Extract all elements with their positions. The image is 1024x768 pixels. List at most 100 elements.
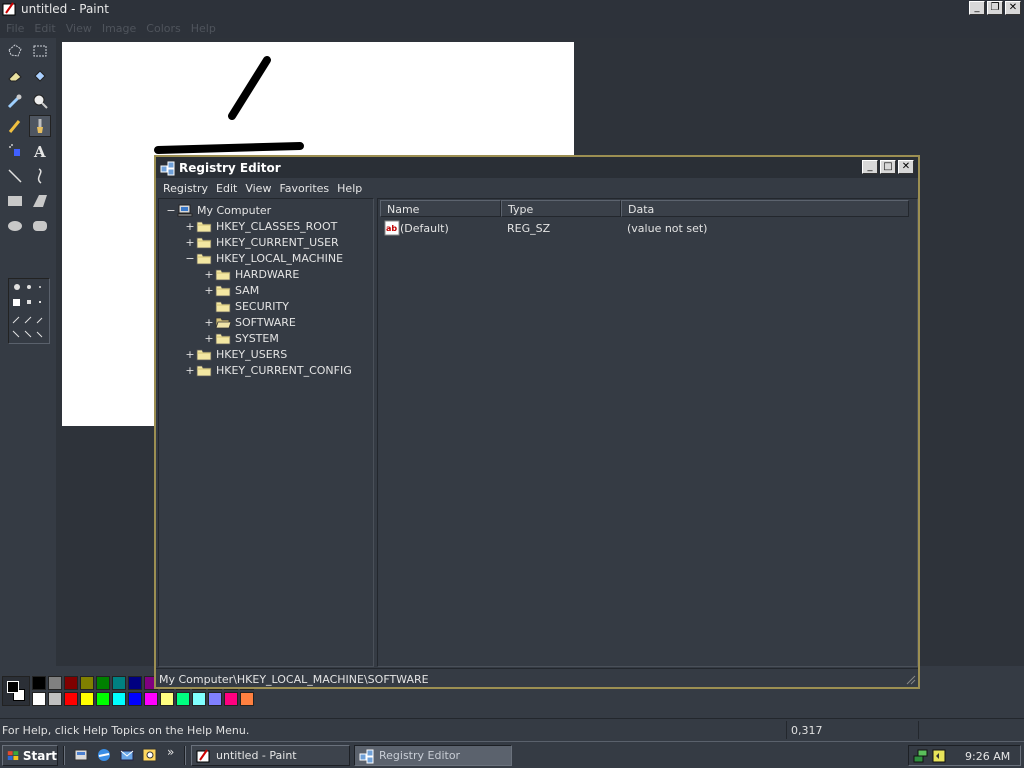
paint-menu-help[interactable]: Help <box>191 22 216 35</box>
column-header-type[interactable]: Type <box>501 200 621 217</box>
tree-node[interactable]: + HKEY_USERS <box>184 346 287 362</box>
start-button[interactable]: Start <box>2 745 58 766</box>
palette-swatch[interactable] <box>96 692 110 706</box>
palette-swatch[interactable] <box>160 692 174 706</box>
ellipse-tool[interactable] <box>4 215 26 237</box>
palette-swatch[interactable] <box>80 676 94 690</box>
quick-launch-more-button[interactable]: » <box>167 745 183 761</box>
outlook-express-icon[interactable] <box>119 747 135 763</box>
rectangle-tool[interactable] <box>4 190 26 212</box>
resize-grip-icon[interactable] <box>904 673 916 685</box>
curve-tool[interactable] <box>29 165 51 187</box>
palette-swatch[interactable] <box>176 692 190 706</box>
rounded-rectangle-tool[interactable] <box>29 215 51 237</box>
palette-swatch[interactable] <box>240 692 254 706</box>
registry-values-list[interactable]: Name Type Data ab (Default) REG_SZ (valu… <box>377 198 918 667</box>
regedit-minimize-button[interactable]: _ <box>862 160 878 174</box>
show-desktop-icon[interactable] <box>73 747 89 763</box>
registry-editor-window[interactable]: Registry Editor _ □ ✕ Registry Edit View… <box>154 155 920 689</box>
table-row[interactable]: ab (Default) REG_SZ (value not set) <box>380 219 910 237</box>
fill-tool[interactable] <box>29 65 51 87</box>
text-tool[interactable]: A <box>29 140 51 162</box>
tree-expander-icon[interactable]: − <box>165 204 177 217</box>
pencil-tool[interactable] <box>4 115 26 137</box>
brush-options-panel[interactable] <box>8 278 50 344</box>
regedit-close-button[interactable]: ✕ <box>898 160 914 174</box>
magnifier-tool[interactable] <box>29 90 51 112</box>
tree-node[interactable]: + HKEY_CURRENT_CONFIG <box>184 362 351 378</box>
tree-node[interactable]: + HKEY_CLASSES_ROOT <box>184 218 337 234</box>
search-icon[interactable] <box>142 747 158 763</box>
regedit-menu-favorites[interactable]: Favorites <box>279 182 329 195</box>
volume-icon[interactable] <box>931 748 947 764</box>
palette-swatch[interactable] <box>112 676 126 690</box>
paint-menu-view[interactable]: View <box>66 22 92 35</box>
tree-expander-icon[interactable]: + <box>184 364 196 377</box>
palette-swatch[interactable] <box>128 692 142 706</box>
regedit-menu-registry[interactable]: Registry <box>163 182 208 195</box>
task-button-regedit[interactable]: Registry Editor <box>354 745 512 766</box>
minimize-button[interactable]: _ <box>969 1 985 15</box>
free-select-tool[interactable] <box>4 40 26 62</box>
tree-node[interactable]: + HARDWARE <box>203 266 299 282</box>
tree-expander-icon[interactable]: − <box>184 252 196 265</box>
airbrush-tool[interactable] <box>4 140 26 162</box>
tree-node[interactable]: + HKEY_CURRENT_USER <box>184 234 338 250</box>
regedit-titlebar[interactable]: Registry Editor _ □ ✕ <box>156 157 918 178</box>
tree-node[interactable]: SECURITY <box>203 298 289 314</box>
rect-select-tool[interactable] <box>29 40 51 62</box>
paint-menu-image[interactable]: Image <box>102 22 136 35</box>
palette-swatch[interactable] <box>192 692 206 706</box>
column-header-name[interactable]: Name <box>380 200 501 217</box>
paint-menu-colors[interactable]: Colors <box>146 22 180 35</box>
regedit-menu-help[interactable]: Help <box>337 182 362 195</box>
tree-expander-icon[interactable]: + <box>203 268 215 281</box>
polygon-tool[interactable] <box>29 190 51 212</box>
tree-expander-icon[interactable]: + <box>184 348 196 361</box>
column-header-data[interactable]: Data <box>621 200 909 217</box>
tree-expander-icon[interactable]: + <box>203 332 215 345</box>
regedit-menu-view[interactable]: View <box>245 182 271 195</box>
line-tool[interactable] <box>4 165 26 187</box>
palette-swatch[interactable] <box>224 692 238 706</box>
tree-expander-icon[interactable]: + <box>203 284 215 297</box>
tree-node[interactable]: − HKEY_LOCAL_MACHINE <box>184 250 343 266</box>
close-button[interactable]: ✕ <box>1005 1 1021 15</box>
palette-swatch[interactable] <box>64 676 78 690</box>
paint-titlebar[interactable]: untitled - Paint _ ❐ ✕ <box>0 0 1024 18</box>
palette-swatch[interactable] <box>48 676 62 690</box>
palette-swatch[interactable] <box>208 692 222 706</box>
eraser-icon <box>8 71 22 82</box>
internet-explorer-icon[interactable] <box>96 747 112 763</box>
palette-swatch[interactable] <box>144 692 158 706</box>
palette-swatch[interactable] <box>48 692 62 706</box>
taskbar-clock[interactable]: 9:26 AM <box>965 750 1010 763</box>
tree-expander-icon[interactable]: + <box>184 220 196 233</box>
registry-tree-pane[interactable]: − My Computer + HKEY_CLASSES_ROOT + HKEY_CURR… <box>158 198 374 667</box>
current-colors-indicator[interactable] <box>2 676 30 706</box>
restore-button[interactable]: ❐ <box>987 1 1003 15</box>
task-button-paint[interactable]: untitled - Paint <box>191 745 350 766</box>
tree-node-label: SECURITY <box>235 299 289 313</box>
palette-swatch[interactable] <box>64 692 78 706</box>
palette-swatch[interactable] <box>32 676 46 690</box>
palette-swatch[interactable] <box>128 676 142 690</box>
paint-menu-edit[interactable]: Edit <box>34 22 55 35</box>
brush-tool[interactable] <box>29 115 51 137</box>
color-picker-tool[interactable] <box>4 90 26 112</box>
tree-expander-icon[interactable]: + <box>184 236 196 249</box>
network-icon[interactable] <box>913 748 929 764</box>
palette-swatch[interactable] <box>112 692 126 706</box>
regedit-maximize-button[interactable]: □ <box>880 160 896 174</box>
tree-node[interactable]: + SAM <box>203 282 259 298</box>
tree-node[interactable]: + SYSTEM <box>203 330 278 346</box>
palette-swatch[interactable] <box>96 676 110 690</box>
palette-swatch[interactable] <box>80 692 94 706</box>
tree-expander-icon[interactable]: + <box>203 316 215 329</box>
paint-menu-file[interactable]: File <box>6 22 24 35</box>
tree-node[interactable]: − My Computer <box>165 202 271 218</box>
eraser-tool[interactable] <box>4 65 26 87</box>
tree-node[interactable]: + SOFTWARE <box>203 314 296 330</box>
palette-swatch[interactable] <box>32 692 46 706</box>
regedit-menu-edit[interactable]: Edit <box>216 182 237 195</box>
